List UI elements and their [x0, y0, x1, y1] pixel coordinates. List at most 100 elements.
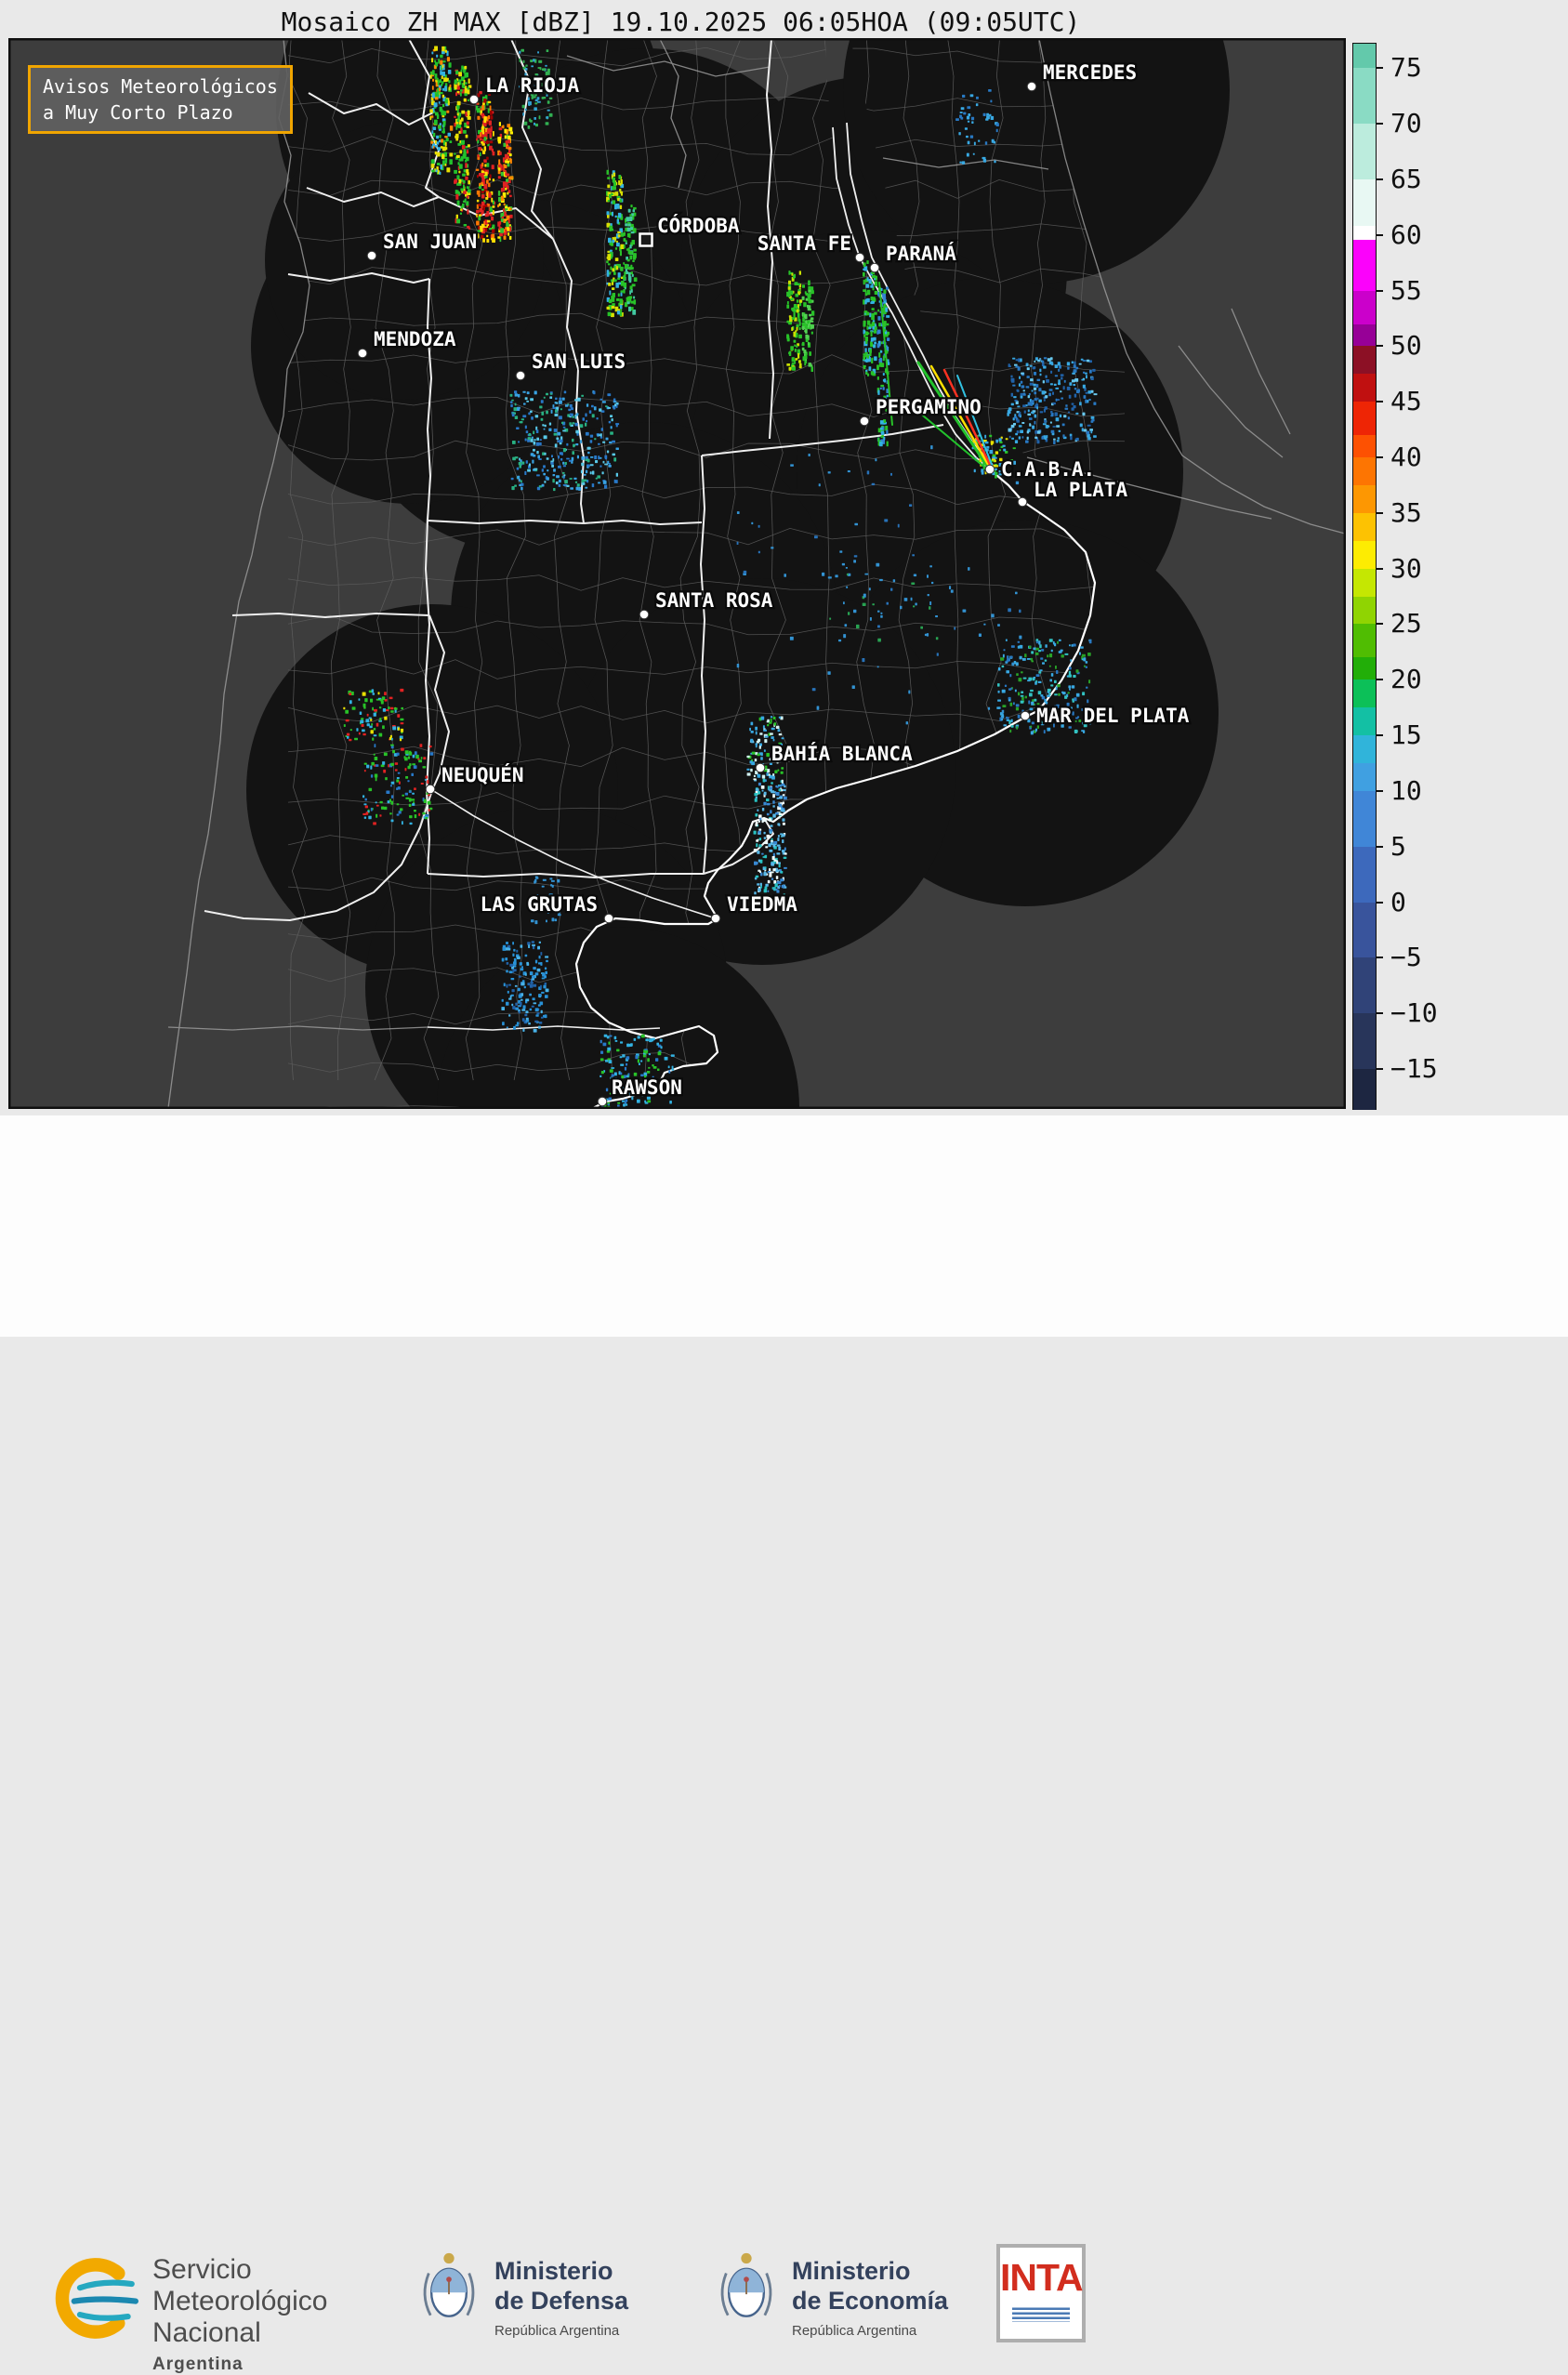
colorbar-tick-label: 60 — [1390, 218, 1422, 250]
colorbar-tick-mark — [1376, 401, 1383, 403]
inta-stripes-icon — [1012, 2305, 1070, 2322]
colorbar-tick-mark — [1376, 901, 1383, 904]
ministerio-defensa-text: Ministerio de Defensa República Argentin… — [494, 2242, 628, 2339]
radar-range-circle — [265, 121, 544, 400]
city-label: LA PLATA — [1034, 479, 1128, 501]
colorbar-tick-mark — [1376, 789, 1383, 792]
colorbar-segment — [1353, 707, 1376, 736]
city-marker-dot — [1026, 81, 1037, 92]
warning-line-2: a Muy Corto Plazo — [43, 101, 233, 124]
city-label: SANTA FE — [758, 232, 851, 255]
colorbar-segment — [1353, 239, 1376, 292]
inta-wordmark: INTA — [1000, 2256, 1084, 2299]
colorbar-tick-mark — [1376, 123, 1383, 125]
colorbar-tick-mark — [1376, 511, 1383, 514]
colorbar-tick-mark — [1376, 178, 1383, 180]
colorbar-tick-mark — [1376, 623, 1383, 626]
colorbar-tick-label: 15 — [1390, 719, 1422, 750]
colorbar-tick-label: −10 — [1390, 996, 1438, 1028]
colorbar-segment — [1353, 657, 1376, 680]
colorbar-tick-label: 20 — [1390, 664, 1422, 695]
colorbar-tick-label: 0 — [1390, 886, 1406, 917]
radar-map-svg: LA RIOJA MERCEDES SAN JUAN CÓRDOBA SANTA FE P… — [9, 39, 1345, 1108]
colorbar-tick-label: 50 — [1390, 330, 1422, 362]
colorbar-segment — [1353, 957, 1376, 1014]
ministerio-economia-logo: Ministerio de Economía República Argenti… — [716, 2242, 948, 2339]
colorbar-segment — [1353, 735, 1376, 764]
colorbar-tick-label: 65 — [1390, 163, 1422, 194]
colorbar-tick-label: 70 — [1390, 107, 1422, 139]
city-label: MENDOZA — [374, 328, 456, 350]
colorbar-segment — [1353, 763, 1376, 792]
colorbar-segment — [1353, 902, 1376, 958]
colorbar-tick-label: 5 — [1390, 830, 1406, 862]
city-label: C.A.B.A. — [1001, 458, 1095, 481]
defensa-line-1: Ministerio — [494, 2257, 613, 2285]
colorbar-segment — [1353, 512, 1376, 542]
page: { "title": "Mosaico ZH MAX [dBZ] 19.10.2… — [0, 0, 1568, 2374]
city-label: RAWSON — [612, 1076, 682, 1099]
city-marker-dot — [854, 252, 865, 263]
colorbar-segment — [1353, 435, 1376, 458]
economia-line-1: Ministerio — [792, 2257, 911, 2285]
city-marker-dot — [869, 262, 880, 273]
colorbar-segment — [1353, 540, 1376, 570]
city-marker-dot — [1020, 710, 1031, 721]
city-label: PARANÁ — [886, 242, 956, 265]
inta-logo: INTA — [996, 2244, 1086, 2342]
colorbar-tick-label: 45 — [1390, 386, 1422, 417]
city-marker-dot — [603, 913, 614, 924]
city-c-a-b-a-: C.A.B.A. — [984, 456, 1097, 482]
colorbar-segment — [1353, 846, 1376, 904]
colorbar-segment — [1353, 790, 1376, 848]
colorbar-tick-mark — [1376, 734, 1383, 737]
colorbar-segment — [1353, 457, 1376, 486]
city-marker-dot — [859, 416, 870, 427]
colorbar-segment — [1353, 124, 1376, 180]
city-marker-dot — [515, 370, 526, 381]
colorbar-segment — [1353, 680, 1376, 708]
city-label: PERGAMINO — [876, 396, 982, 418]
city-mar-del-plata: MAR DEL PLATA — [1020, 703, 1192, 729]
defensa-line-2: de Defensa — [494, 2286, 629, 2315]
colorbar-tick-mark — [1376, 289, 1383, 292]
city-marker-dot — [639, 609, 650, 620]
economia-sub: República Argentina — [792, 2322, 917, 2339]
city-marker-dot — [425, 784, 436, 795]
smn-logo: Servicio Meteorológico Nacional Argentin… — [51, 2254, 327, 2375]
city-label: CÓRDOBA — [657, 214, 740, 237]
colorbar-segment — [1353, 290, 1376, 325]
colorbar-segment — [1353, 178, 1376, 227]
colorbar-tick-mark — [1376, 67, 1383, 70]
colorbar-segment — [1353, 1068, 1376, 1110]
colorbar-tick-mark — [1376, 957, 1383, 959]
city-label: MERCEDES — [1043, 61, 1137, 84]
smn-line-2: Meteorológico — [152, 2285, 328, 2316]
city-label: LAS GRUTAS — [481, 893, 598, 916]
colorbar-segment — [1353, 1013, 1376, 1070]
colorbar-segment — [1353, 402, 1376, 436]
colorbar-segment — [1353, 226, 1376, 241]
colorbar-tick-mark — [1376, 845, 1383, 848]
colorbar-strip — [1352, 43, 1377, 1110]
colorbar-tick-label: 25 — [1390, 608, 1422, 640]
colorbar-tick-label: 30 — [1390, 552, 1422, 584]
city-label: LA RIOJA — [485, 74, 580, 97]
colorbar-tick-mark — [1376, 456, 1383, 458]
defensa-sub: República Argentina — [494, 2322, 620, 2339]
city-marker-dot — [1017, 496, 1028, 508]
colorbar-tick-label: −5 — [1390, 942, 1422, 973]
colorbar-segment — [1353, 323, 1376, 347]
colorbar-tick-label: 10 — [1390, 774, 1422, 806]
warning-line-1: Avisos Meteorológicos — [43, 75, 278, 98]
city-marker-dot — [710, 913, 721, 924]
city-label: NEUQUÉN — [441, 763, 524, 786]
colorbar: 75 70 65 60 55 50 45 40 35 30 25 20 15 10 5 0 −5 −10 −15 — [1352, 43, 1483, 1110]
colorbar-tick-mark — [1376, 567, 1383, 570]
colorbar-segment — [1353, 44, 1376, 69]
smn-logo-icon — [55, 2258, 138, 2339]
colorbar-tick-mark — [1376, 1067, 1383, 1070]
city-label: BAHÍA BLANCA — [771, 742, 913, 765]
city-label: VIEDMA — [727, 893, 797, 916]
city-marker-dot — [984, 464, 995, 475]
